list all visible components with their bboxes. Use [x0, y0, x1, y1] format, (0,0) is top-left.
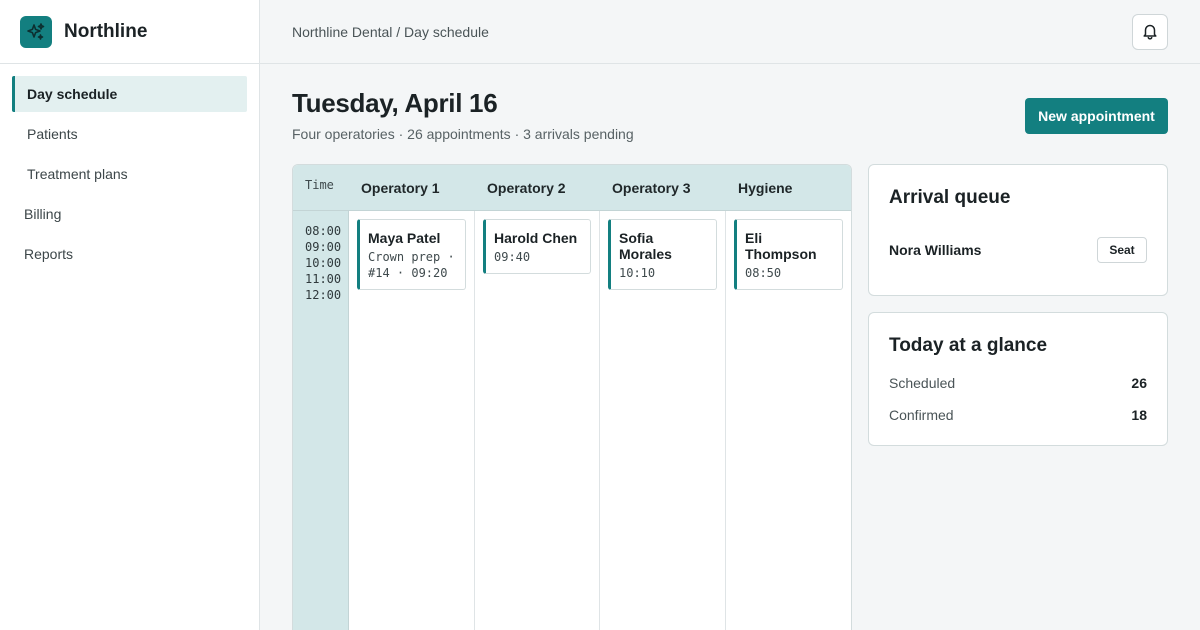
bell-icon [1141, 22, 1159, 43]
appointment-card[interactable]: Eli Thompson 08:50 [734, 219, 843, 290]
appointment-time: 10:10 [619, 266, 656, 280]
appointment-patient: Harold Chen [494, 230, 578, 246]
sidebar-item-label: Billing [24, 206, 62, 222]
sidebar-item-label: Treatment plans [27, 166, 128, 182]
today-at-a-glance-card: Today at a glance Scheduled 26 Confirmed… [868, 312, 1168, 446]
column-header-operatory-2: Operatory 2 [487, 180, 566, 196]
hygiene-column: Eli Thompson 08:50 [726, 211, 851, 630]
stat-label: Scheduled [889, 375, 956, 391]
arrival-queue-title: Arrival queue [889, 187, 1011, 208]
stat-confirmed: Confirmed 18 [889, 407, 1147, 423]
column-header-operatory-3: Operatory 3 [612, 180, 691, 196]
time-slot: 10:00 [305, 256, 342, 270]
queue-item: Nora Williams Seat [889, 237, 1147, 263]
appointment-detail-line: Crown prep · [368, 250, 455, 264]
sidebar: Northline Day schedule Patients Treatmen… [0, 0, 260, 630]
sidebar-item-patients[interactable]: Patients [12, 116, 247, 152]
time-slot: 09:00 [305, 240, 342, 254]
schedule-header: Time Operatory 1 Operatory 2 Operatory 3… [293, 165, 851, 211]
sidebar-item-billing[interactable]: Billing [12, 196, 247, 232]
operatory-1-column: Maya Patel Crown prep · #14 · 09:20 [349, 211, 475, 630]
time-slot: 12:00 [305, 288, 342, 302]
time-column-header: Time [305, 178, 334, 192]
column-header-operatory-1: Operatory 1 [361, 180, 440, 196]
appointment-patient: Sofia Morales [619, 230, 672, 262]
sidebar-item-label: Reports [24, 246, 74, 262]
breadcrumb: Northline Dental / Day schedule [292, 23, 489, 40]
top-bar: Northline Dental / Day schedule [260, 0, 1200, 64]
stat-value: 18 [1131, 407, 1147, 423]
brand: Northline [0, 0, 259, 64]
stat-label: Confirmed [889, 407, 954, 423]
operatory-3-column: Sofia Morales 10:10 [600, 211, 726, 630]
appointment-card[interactable]: Harold Chen 09:40 [483, 219, 591, 274]
operatory-2-column: Harold Chen 09:40 [475, 211, 600, 630]
sidebar-nav: Day schedule Patients Treatment plans Bi… [0, 64, 259, 272]
arrival-queue-card: Arrival queue Nora Williams Seat [868, 164, 1168, 296]
sidebar-item-treatment-plans[interactable]: Treatment plans [12, 156, 247, 192]
column-header-hygiene: Hygiene [738, 180, 793, 196]
stat-scheduled: Scheduled 26 [889, 375, 1147, 391]
notifications-button[interactable] [1132, 14, 1168, 50]
sidebar-item-label: Patients [27, 126, 78, 142]
time-slot: 11:00 [305, 272, 342, 286]
sidebar-item-day-schedule[interactable]: Day schedule [12, 76, 247, 112]
appointment-detail: Crown prep · #14 · 09:20 [368, 249, 457, 281]
queue-patient-name: Nora Williams [889, 242, 982, 258]
appointment-card[interactable]: Maya Patel Crown prep · #14 · 09:20 [357, 219, 466, 290]
glance-title: Today at a glance [889, 335, 1048, 356]
appointment-time: 08:50 [745, 266, 782, 280]
appointment-card[interactable]: Sofia Morales 10:10 [608, 219, 717, 290]
appointment-patient: Eli Thompson [745, 230, 817, 262]
sparkle-icon [20, 15, 52, 48]
appointment-time: 09:40 [494, 250, 531, 264]
page-title: Tuesday, April 16 [292, 88, 498, 118]
sidebar-item-label: Day schedule [27, 86, 118, 102]
appointment-patient: Maya Patel [368, 230, 441, 246]
seat-button[interactable]: Seat [1097, 237, 1147, 263]
time-slot-list: 08:00 09:00 10:00 11:00 12:00 [305, 223, 341, 303]
appointment-detail-line: #14 · 09:20 [368, 266, 448, 280]
new-appointment-button[interactable]: New appointment [1025, 98, 1168, 134]
schedule-grid: Time Operatory 1 Operatory 2 Operatory 3… [292, 164, 852, 630]
app-name: Northline [64, 20, 148, 42]
stat-value: 26 [1131, 375, 1147, 391]
time-slot: 08:00 [305, 224, 342, 238]
time-column: 08:00 09:00 10:00 11:00 12:00 [293, 211, 349, 630]
page-subtitle: Four operatories · 26 appointments · 3 a… [292, 126, 634, 142]
sidebar-item-reports[interactable]: Reports [12, 236, 247, 272]
